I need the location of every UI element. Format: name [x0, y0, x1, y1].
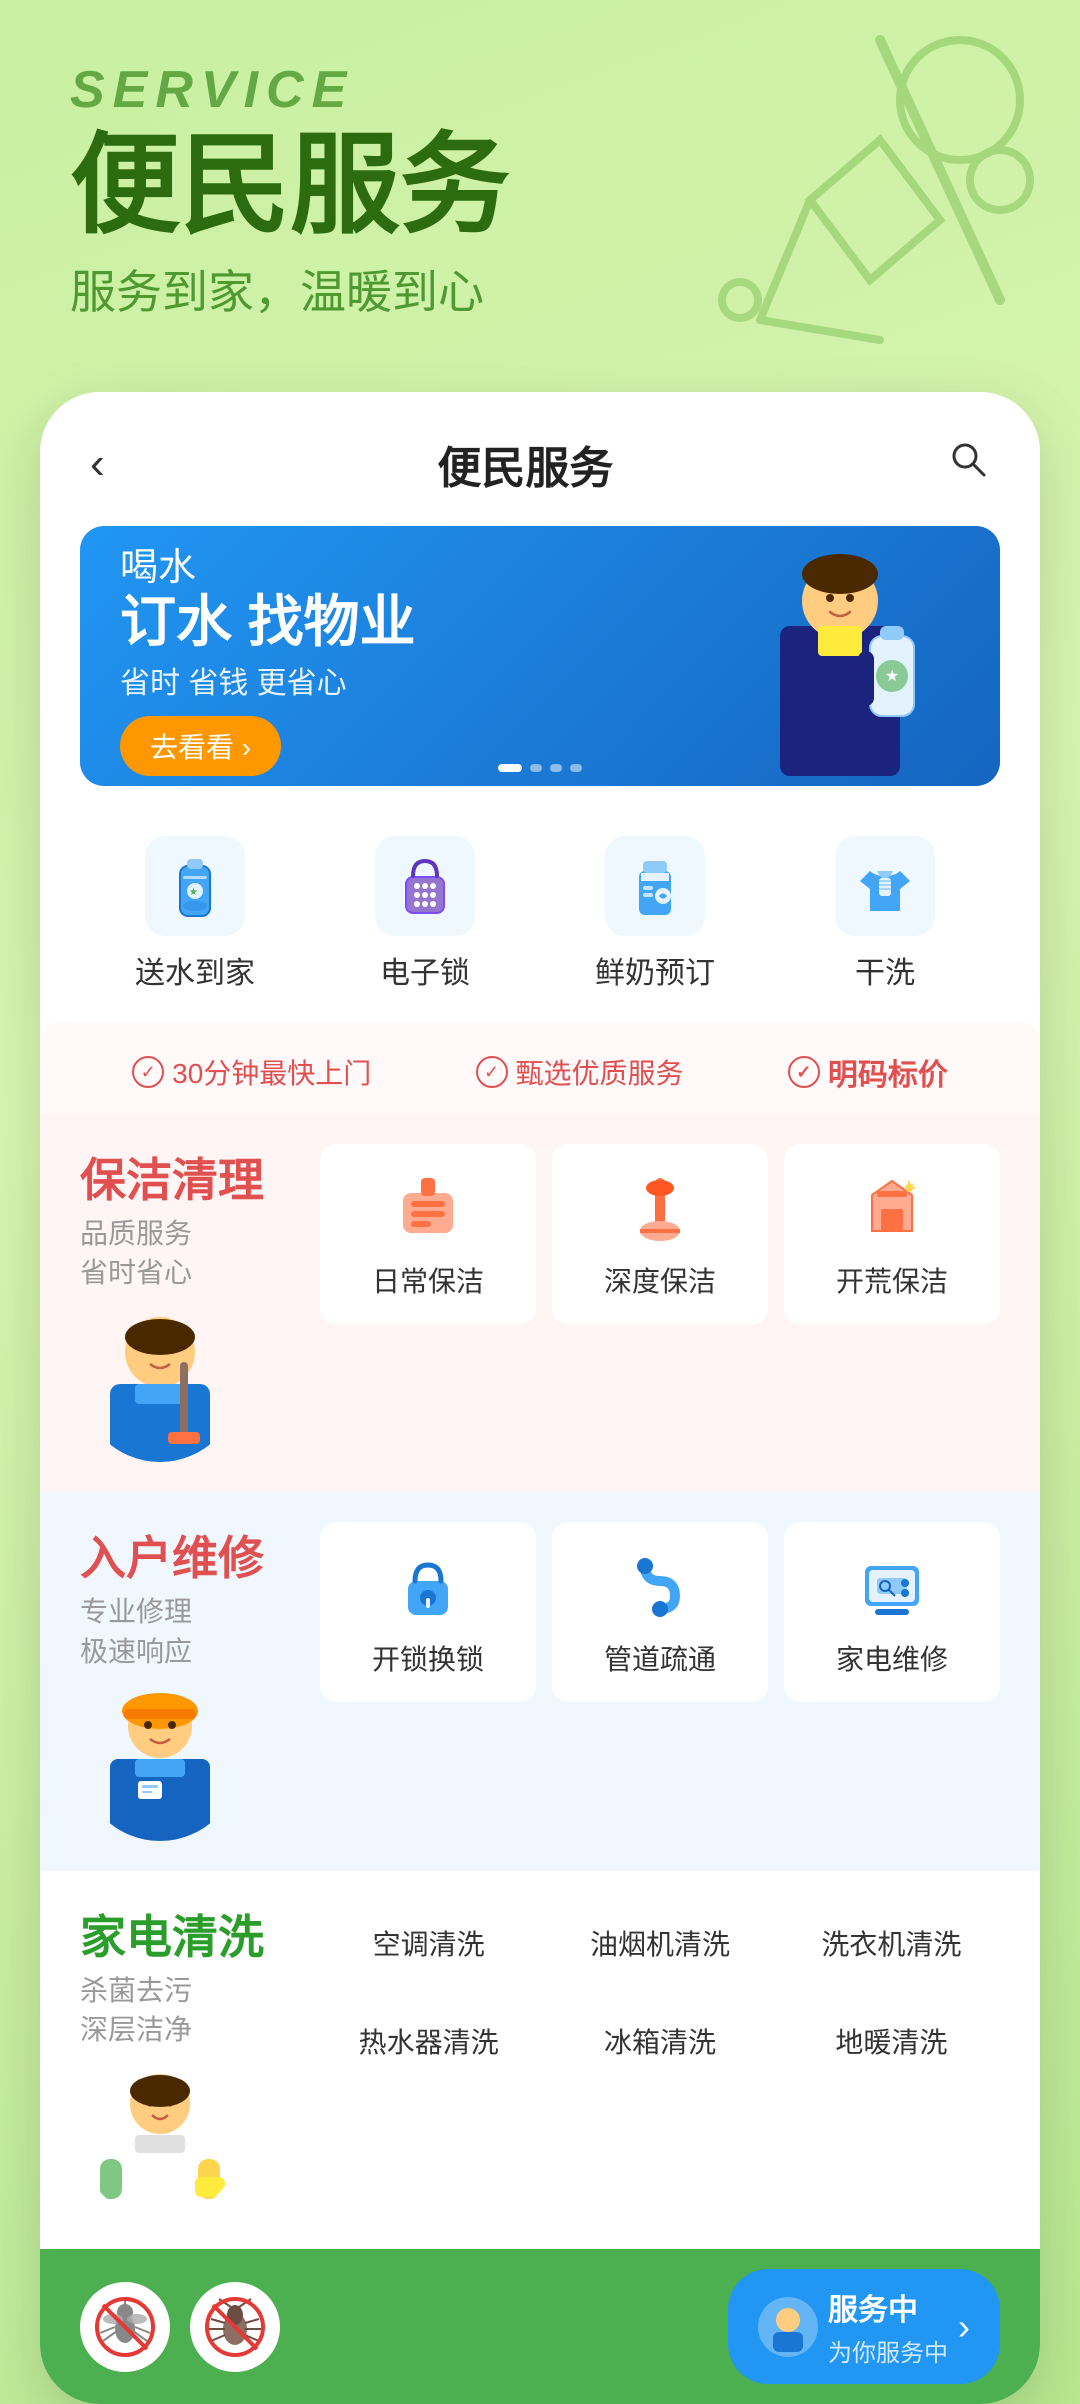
- quick-service-milk[interactable]: 鲜奶预订: [575, 836, 735, 992]
- service-washer-clean[interactable]: 洗衣机清洗: [783, 1901, 1000, 1985]
- category-cleaning: 保洁清理 品质服务省时省心: [40, 1114, 1040, 1492]
- category-repair-title: 入户维修: [80, 1522, 300, 1588]
- repair-services-grid: 开锁换锁 管道疏通: [320, 1522, 1000, 1702]
- service-hood-clean[interactable]: 油烟机清洗: [551, 1901, 768, 1985]
- locksmith-icon: [388, 1546, 468, 1626]
- banner-button[interactable]: 去看看 ›: [120, 716, 281, 776]
- tags-row: ✓ 30分钟最快上门 ✓ 甄选优质服务 ✓ 明码标价: [40, 1022, 1040, 1114]
- tag-speed: ✓ 30分钟最快上门: [132, 1050, 371, 1094]
- quick-service-milk-label: 鲜奶预订: [595, 948, 715, 992]
- quick-service-lock[interactable]: 电子锁: [345, 836, 505, 992]
- quick-service-dryclean-label: 干洗: [855, 948, 915, 992]
- deep-clean-icon: [620, 1168, 700, 1248]
- category-cleaning-subtitle: 品质服务省时省心: [80, 1214, 300, 1292]
- locksmith-label: 开锁换锁: [372, 1638, 484, 1678]
- app-header: ‹ 便民服务: [40, 392, 1040, 516]
- service-daily-clean[interactable]: 日常保洁: [320, 1144, 536, 1324]
- service-ac-clean[interactable]: 空调清洗: [320, 1901, 537, 1985]
- appliance-repair-label: 家电维修: [836, 1638, 948, 1678]
- service-heater-clean[interactable]: 热水器清洗: [320, 1999, 537, 2083]
- service-plumbing[interactable]: 管道疏通: [552, 1522, 768, 1702]
- category-appliance-title: 家电清洗: [80, 1901, 300, 1967]
- page-title: 便民服务: [437, 432, 613, 496]
- tag-price: ✓ 明码标价: [788, 1050, 948, 1094]
- pest-icon-2: [190, 2282, 280, 2372]
- service-status-sublabel: 为你服务中: [828, 2333, 948, 2368]
- appliance-person-image: [80, 2059, 240, 2219]
- service-person-thumbnail: [758, 2297, 818, 2357]
- category-repair: 入户维修 专业修理极速响应: [40, 1492, 1040, 1870]
- cleaning-services-grid: 日常保洁 深度保洁: [320, 1144, 1000, 1324]
- svg-text:★: ★: [885, 668, 899, 685]
- service-label: SERVICE: [70, 60, 1010, 120]
- banner[interactable]: 喝水 订水 找物业 省时 省钱 更省心 去看看 ›: [80, 526, 1000, 786]
- move-clean-label: 开荒保洁: [836, 1260, 948, 1300]
- milk-icon: [605, 836, 705, 936]
- phone-mockup: ‹ 便民服务 喝水 订水 找物业 省时 省钱 更省心 去看看 ›: [40, 392, 1040, 2404]
- quick-services: ★ 送水到家: [40, 816, 1040, 1022]
- category-repair-subtitle: 专业修理极速响应: [80, 1592, 300, 1670]
- search-button[interactable]: [946, 437, 990, 492]
- service-move-clean[interactable]: 开荒保洁: [784, 1144, 1000, 1324]
- quick-service-dryclean[interactable]: 干洗: [805, 836, 965, 992]
- banner-text: 喝水 订水 找物业 省时 省钱 更省心 去看看 ›: [120, 536, 720, 777]
- service-status-button[interactable]: 服务中 为你服务中 ›: [728, 2269, 1000, 2384]
- bottom-bar: 服务中 为你服务中 ›: [40, 2249, 1040, 2404]
- service-appliance-repair[interactable]: 家电维修: [784, 1522, 1000, 1702]
- appliance-repair-icon: [852, 1546, 932, 1626]
- service-deep-clean[interactable]: 深度保洁: [552, 1144, 768, 1324]
- svg-text:★: ★: [189, 887, 198, 898]
- plumbing-icon: [620, 1546, 700, 1626]
- back-button[interactable]: ‹: [90, 439, 105, 489]
- banner-line2: 订水 找物业: [120, 591, 720, 653]
- category-appliance-info: 家电清洗 杀菌去污深层洁净: [80, 1901, 300, 2219]
- quick-service-water-label: 送水到家: [135, 948, 255, 992]
- category-appliance-subtitle: 杀菌去污深层洁净: [80, 1971, 300, 2049]
- deep-clean-label: 深度保洁: [604, 1260, 716, 1300]
- service-status-arrow: ›: [958, 2306, 970, 2348]
- hero-subtitle: 服务到家，温暖到心: [70, 256, 1010, 322]
- service-locksmith[interactable]: 开锁换锁: [320, 1522, 536, 1702]
- service-floor-heat-clean[interactable]: 地暖清洗: [783, 1999, 1000, 2083]
- water-icon: ★: [145, 836, 245, 936]
- cleaning-person-image: [80, 1302, 240, 1462]
- tag-quality: ✓ 甄选优质服务: [476, 1050, 684, 1094]
- quick-service-water[interactable]: ★ 送水到家: [115, 836, 275, 992]
- plumbing-label: 管道疏通: [604, 1638, 716, 1678]
- check-icon-3: ✓: [788, 1056, 820, 1088]
- category-appliance: 家电清洗 杀菌去污深层洁净: [40, 1871, 1040, 2249]
- shirt-icon: [835, 836, 935, 936]
- hero-title: 便民服务: [70, 125, 1010, 246]
- service-fridge-clean[interactable]: 冰箱清洗: [551, 1999, 768, 2083]
- repair-person-image: [80, 1681, 240, 1841]
- banner-line3: 省时 省钱 更省心: [120, 658, 720, 702]
- quick-service-lock-label: 电子锁: [380, 948, 470, 992]
- category-cleaning-info: 保洁清理 品质服务省时省心: [80, 1144, 300, 1462]
- banner-line1: 喝水: [120, 536, 720, 591]
- pest-icon-1: [80, 2282, 170, 2372]
- check-icon-1: ✓: [132, 1056, 164, 1088]
- banner-image: ★: [720, 536, 960, 776]
- hero-section: SERVICE 便民服务 服务到家，温暖到心: [0, 0, 1080, 362]
- category-cleaning-title: 保洁清理: [80, 1144, 300, 1210]
- move-clean-icon: [852, 1168, 932, 1248]
- appliance-services-grid: 空调清洗 油烟机清洗 洗衣机清洗 热水器清洗 冰箱清洗 地暖清洗: [320, 1901, 1000, 2083]
- daily-clean-icon: [388, 1168, 468, 1248]
- daily-clean-label: 日常保洁: [372, 1260, 484, 1300]
- service-status-label: 服务中: [828, 2285, 948, 2329]
- check-icon-2: ✓: [476, 1056, 508, 1088]
- lock-icon: [375, 836, 475, 936]
- pest-icons: [80, 2282, 280, 2372]
- category-repair-info: 入户维修 专业修理极速响应: [80, 1522, 300, 1840]
